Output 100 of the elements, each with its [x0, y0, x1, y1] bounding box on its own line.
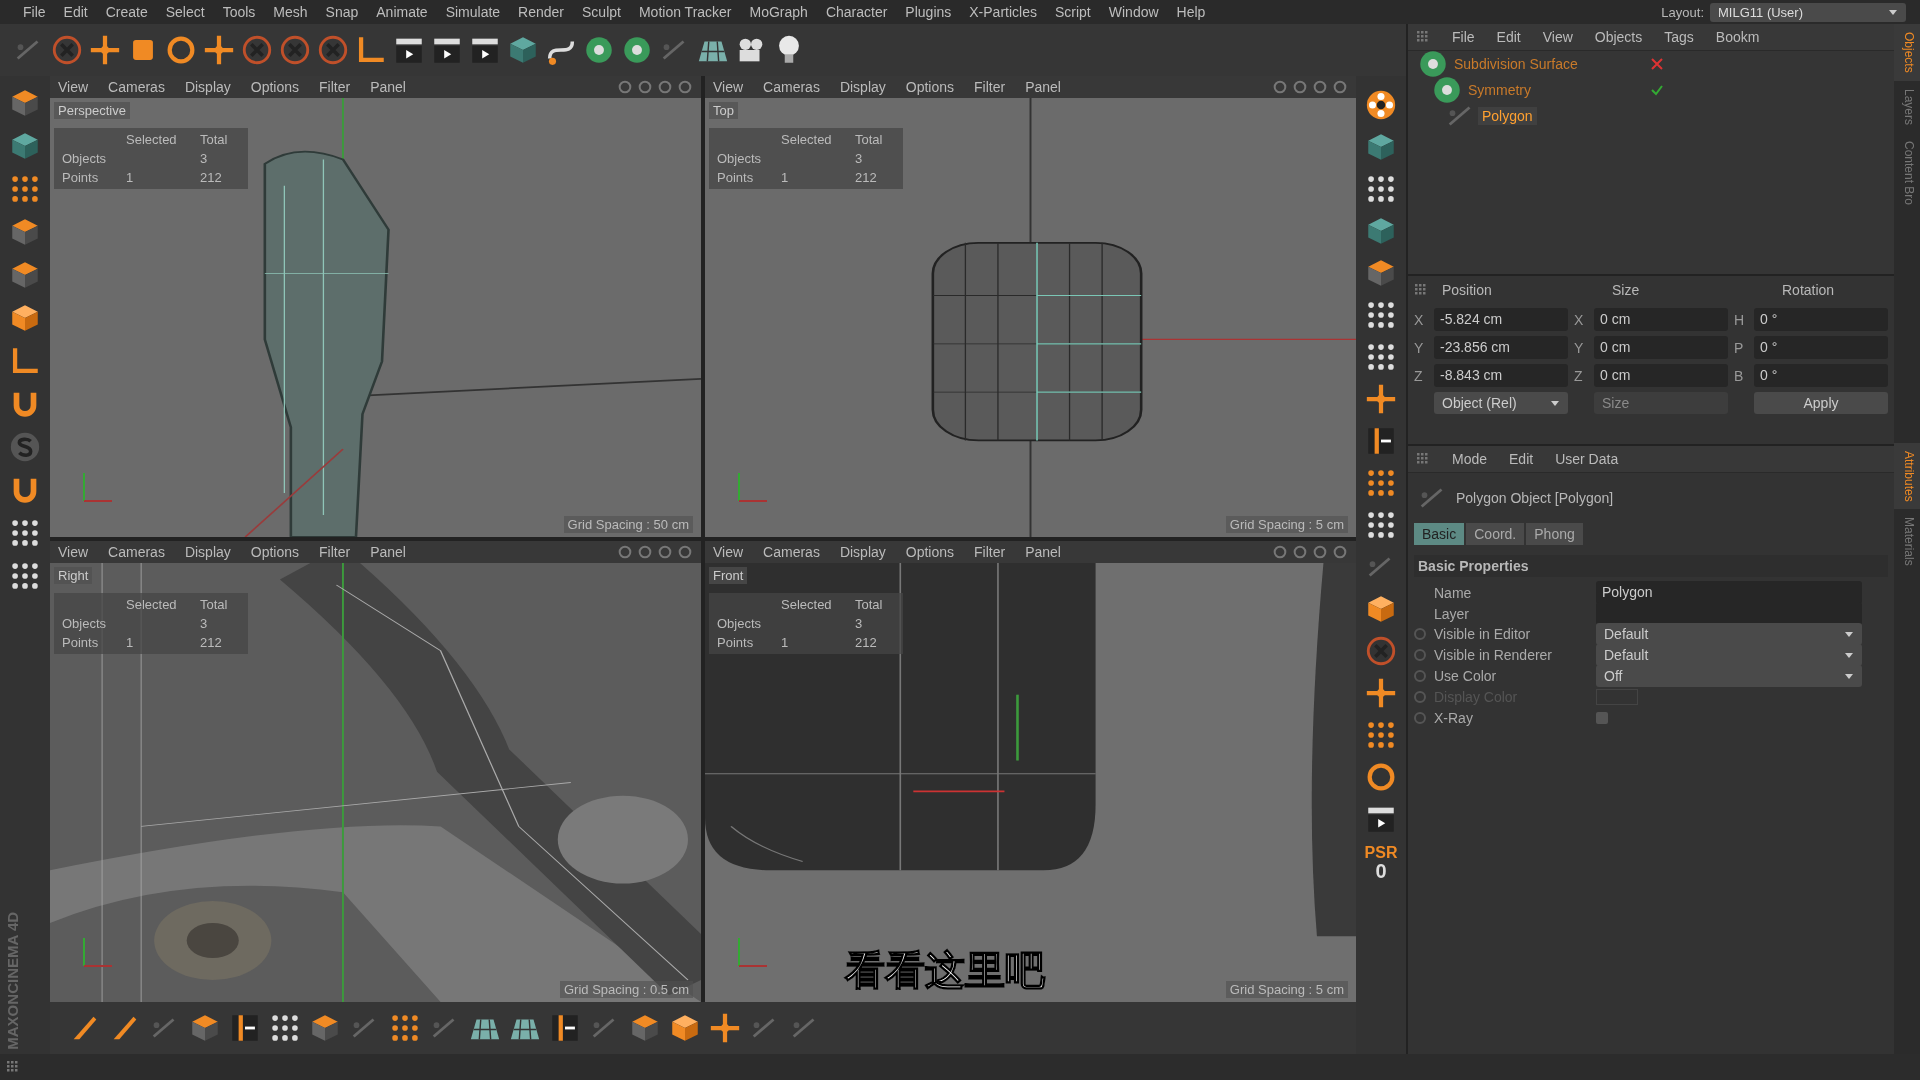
layout-dropdown[interactable]: MILG11 (User): [1710, 2, 1906, 22]
field-label: Name: [1434, 584, 1473, 601]
position-field[interactable]: -5.824 cm: [1434, 308, 1568, 331]
viewport-menu-item[interactable]: Display: [839, 544, 886, 560]
viewport-menu-item[interactable]: Options: [250, 79, 300, 95]
menu-item[interactable]: Render: [509, 4, 573, 20]
viewport-menu-item[interactable]: Panel: [370, 544, 406, 560]
viewport-menu-item[interactable]: Filter: [974, 544, 1006, 560]
size-field[interactable]: 0 cm: [1594, 336, 1728, 359]
viewport-menu-item[interactable]: Cameras: [763, 544, 820, 560]
stats-label: Points: [717, 635, 755, 650]
attribute-tab[interactable]: Coord.: [1466, 523, 1525, 545]
position-field[interactable]: -8.843 cm: [1434, 364, 1568, 387]
viewport-menu-item[interactable]: Filter: [319, 79, 351, 95]
panel-menu-item[interactable]: Mode: [1452, 451, 1488, 467]
column-header: Size: [1612, 282, 1641, 298]
size-field[interactable]: 0 cm: [1594, 364, 1728, 387]
side-tab[interactable]: Layers: [1894, 80, 1920, 133]
menu-item[interactable]: Character: [816, 4, 897, 20]
panel-menu-item[interactable]: Bookm: [1715, 29, 1760, 45]
menu-item[interactable]: Snap: [316, 4, 368, 20]
stats-label: Points: [717, 170, 755, 185]
name-field[interactable]: Polygon: [1596, 581, 1862, 604]
axis-label: P: [1734, 339, 1745, 356]
menu-item[interactable]: Help: [1167, 4, 1215, 20]
side-tab[interactable]: Objects: [1894, 24, 1920, 81]
panel-menu-item[interactable]: View: [1542, 29, 1573, 45]
mode-dropdown[interactable]: Object (Rel): [1434, 392, 1568, 414]
viewport-menu-item[interactable]: View: [713, 79, 744, 95]
rotation-field[interactable]: 0 °: [1754, 336, 1888, 359]
side-tab[interactable]: Materials: [1894, 509, 1920, 575]
side-tab[interactable]: Attributes: [1894, 442, 1920, 510]
stats-header: Total: [855, 597, 884, 612]
grid-spacing-label: Grid Spacing : 0.5 cm: [560, 981, 693, 998]
viewport-menu-item[interactable]: Filter: [319, 544, 351, 560]
viewport-menu-item[interactable]: Display: [839, 79, 886, 95]
viewport-menu-item[interactable]: Panel: [1025, 544, 1061, 560]
size-field[interactable]: 0 cm: [1594, 308, 1728, 331]
grip-icon: [1416, 30, 1430, 44]
rotation-field[interactable]: 0 °: [1754, 308, 1888, 331]
stats-value: 212: [855, 170, 878, 185]
panel-menu-item[interactable]: Tags: [1664, 29, 1694, 45]
menu-item[interactable]: Create: [96, 4, 157, 20]
axis-label: Z: [1574, 367, 1584, 384]
viewport-menu-item[interactable]: Cameras: [108, 544, 165, 560]
camera-label: Front: [709, 567, 748, 584]
target-icon[interactable]: [1364, 88, 1398, 122]
viewport-menu-item[interactable]: Panel: [370, 79, 406, 95]
viewport-menu-item[interactable]: Options: [250, 544, 300, 560]
rotation-field[interactable]: 0 °: [1754, 364, 1888, 387]
panel-menu-item[interactable]: User Data: [1555, 451, 1619, 467]
dropdown[interactable]: Off: [1596, 665, 1862, 687]
stats-value: 1: [126, 170, 135, 185]
panel-menu-item[interactable]: File: [1452, 29, 1475, 45]
stats-label: Objects: [717, 616, 763, 631]
attribute-tab[interactable]: Basic: [1414, 523, 1465, 545]
stats-label: Points: [62, 170, 100, 185]
viewport-menu-item[interactable]: View: [58, 79, 89, 95]
viewport-menu-item[interactable]: Display: [184, 544, 231, 560]
menu-item[interactable]: Window: [1099, 4, 1168, 20]
object-name[interactable]: Subdivision Surface: [1450, 55, 1582, 73]
panel-menu-item[interactable]: Objects: [1594, 29, 1643, 45]
menu-item[interactable]: Plugins: [896, 4, 961, 20]
menu-item[interactable]: X-Particles: [960, 4, 1046, 20]
menu-item[interactable]: Simulate: [436, 4, 510, 20]
panel-menu-item[interactable]: Edit: [1509, 451, 1534, 467]
link-field[interactable]: [1596, 602, 1862, 625]
dropdown[interactable]: Default: [1596, 623, 1862, 645]
menu-item[interactable]: Sculpt: [573, 4, 630, 20]
viewport-menu-item[interactable]: Filter: [974, 79, 1006, 95]
menu-item[interactable]: Mesh: [264, 4, 317, 20]
menu-item[interactable]: MoGraph: [740, 4, 817, 20]
viewport-menu-item[interactable]: Panel: [1025, 79, 1061, 95]
check-icon[interactable]: [1650, 83, 1664, 97]
side-tab[interactable]: Content Bro: [1894, 132, 1920, 213]
dropdown[interactable]: Default: [1596, 644, 1862, 666]
viewport-menu-item[interactable]: Display: [184, 79, 231, 95]
viewport-menu-item[interactable]: Options: [905, 79, 955, 95]
viewport-menu-item[interactable]: Cameras: [108, 79, 165, 95]
object-name[interactable]: Polygon: [1478, 107, 1537, 125]
panel-menu-item[interactable]: Edit: [1496, 29, 1521, 45]
stats-label: Objects: [62, 616, 108, 631]
menu-item[interactable]: Tools: [213, 4, 265, 20]
viewport-menu-item[interactable]: View: [713, 544, 744, 560]
menu-item[interactable]: File: [14, 4, 55, 20]
menu-item[interactable]: Edit: [54, 4, 97, 20]
menu-item[interactable]: Animate: [367, 4, 437, 20]
checkbox[interactable]: [1596, 711, 1608, 724]
object-name[interactable]: Symmetry: [1464, 81, 1535, 99]
menu-item[interactable]: Script: [1045, 4, 1100, 20]
viewport-menu-item[interactable]: Cameras: [763, 79, 820, 95]
attribute-tab[interactable]: Phong: [1526, 523, 1583, 545]
axis-label: H: [1734, 311, 1746, 328]
viewport-menu-item[interactable]: Options: [905, 544, 955, 560]
apply-button[interactable]: Apply: [1754, 392, 1888, 414]
viewport-menu-item[interactable]: View: [58, 544, 89, 560]
menu-item[interactable]: Motion Tracker: [629, 4, 741, 20]
caret-icon: [1888, 7, 1898, 17]
menu-item[interactable]: Select: [156, 4, 214, 20]
position-field[interactable]: -23.856 cm: [1434, 336, 1568, 359]
